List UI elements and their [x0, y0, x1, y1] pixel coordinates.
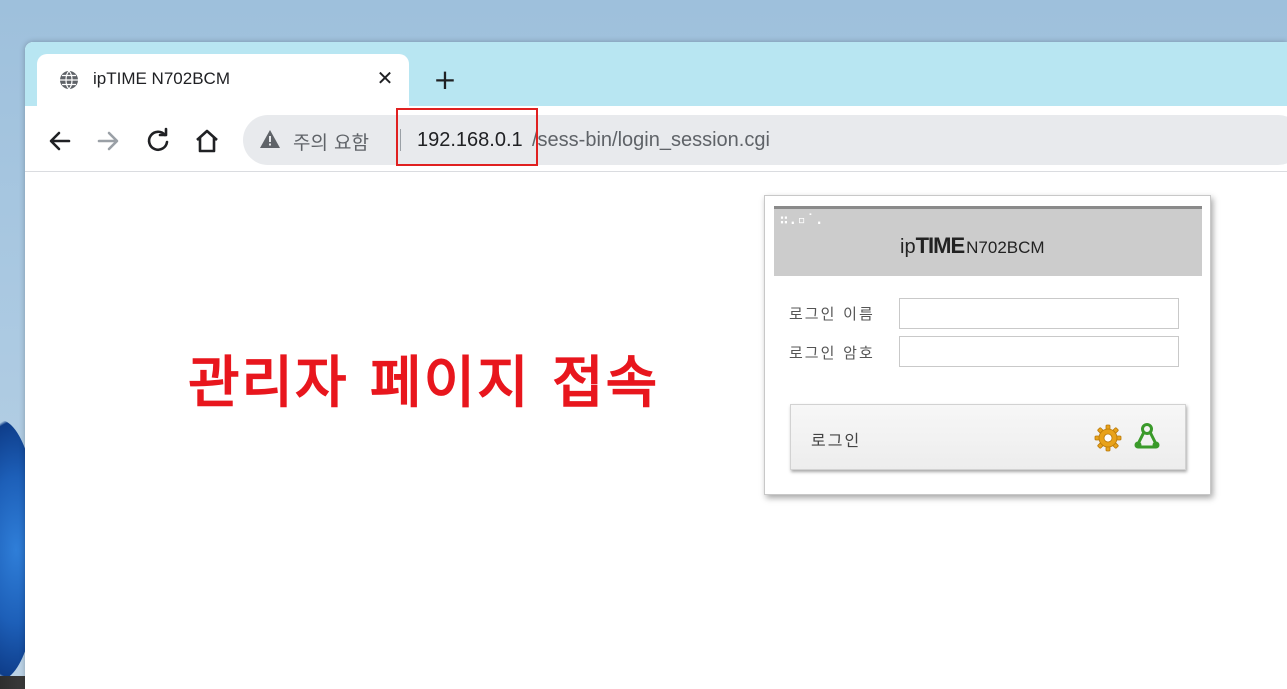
login-button[interactable]: 로그인: [790, 404, 1186, 470]
url-highlight-box: [396, 108, 538, 166]
forward-arrow-icon[interactable]: [93, 126, 123, 156]
browser-window: ipTIME N702BCM ✕ + 주의 요함 192.168.0.1 /se…: [25, 42, 1287, 689]
active-tab[interactable]: ipTIME N702BCM ✕: [37, 54, 409, 106]
reload-icon[interactable]: [143, 126, 173, 156]
brand-time: TIME: [915, 233, 966, 258]
username-field[interactable]: [899, 298, 1179, 329]
login-panel: ∷.▫˙. ipTIME N702BCM 로그인 이름 로그인 암호 로그인: [764, 195, 1211, 495]
password-field[interactable]: [899, 336, 1179, 367]
dots-logo: ∷.▫˙.: [780, 213, 825, 228]
admin-page-annotation: 관리자 페이지 접속: [188, 351, 660, 416]
warning-icon[interactable]: [259, 129, 281, 149]
back-arrow-icon[interactable]: [45, 126, 75, 156]
close-tab-icon[interactable]: ✕: [373, 66, 397, 90]
page-content: 관리자 페이지 접속 ∷.▫˙. ipTIME N702BCM 로그인 이름 로그…: [25, 173, 1287, 689]
new-tab-button[interactable]: +: [430, 66, 460, 96]
login-header: ∷.▫˙. ipTIME N702BCM: [774, 206, 1202, 276]
globe-icon: [60, 70, 78, 90]
home-icon[interactable]: [192, 126, 222, 156]
username-label: 로그인 이름: [789, 305, 875, 323]
gear-icon[interactable]: [1093, 423, 1123, 453]
brand-ip: ip: [900, 236, 916, 258]
browser-toolbar: 주의 요함 192.168.0.1 /sess-bin/login_sessio…: [25, 106, 1287, 172]
security-status-label[interactable]: 주의 요함: [293, 128, 369, 155]
brand-logo: ipTIME N702BCM: [900, 233, 1045, 259]
url-path: /sess-bin/login_session.cgi: [532, 129, 770, 151]
brand-model: N702BCM: [966, 238, 1045, 257]
tab-title: ipTIME N702BCM: [93, 69, 230, 88]
login-button-label: 로그인: [811, 431, 862, 450]
network-icon[interactable]: [1132, 422, 1162, 452]
tab-strip: ipTIME N702BCM ✕ +: [25, 42, 1287, 106]
password-label: 로그인 암호: [789, 344, 875, 362]
